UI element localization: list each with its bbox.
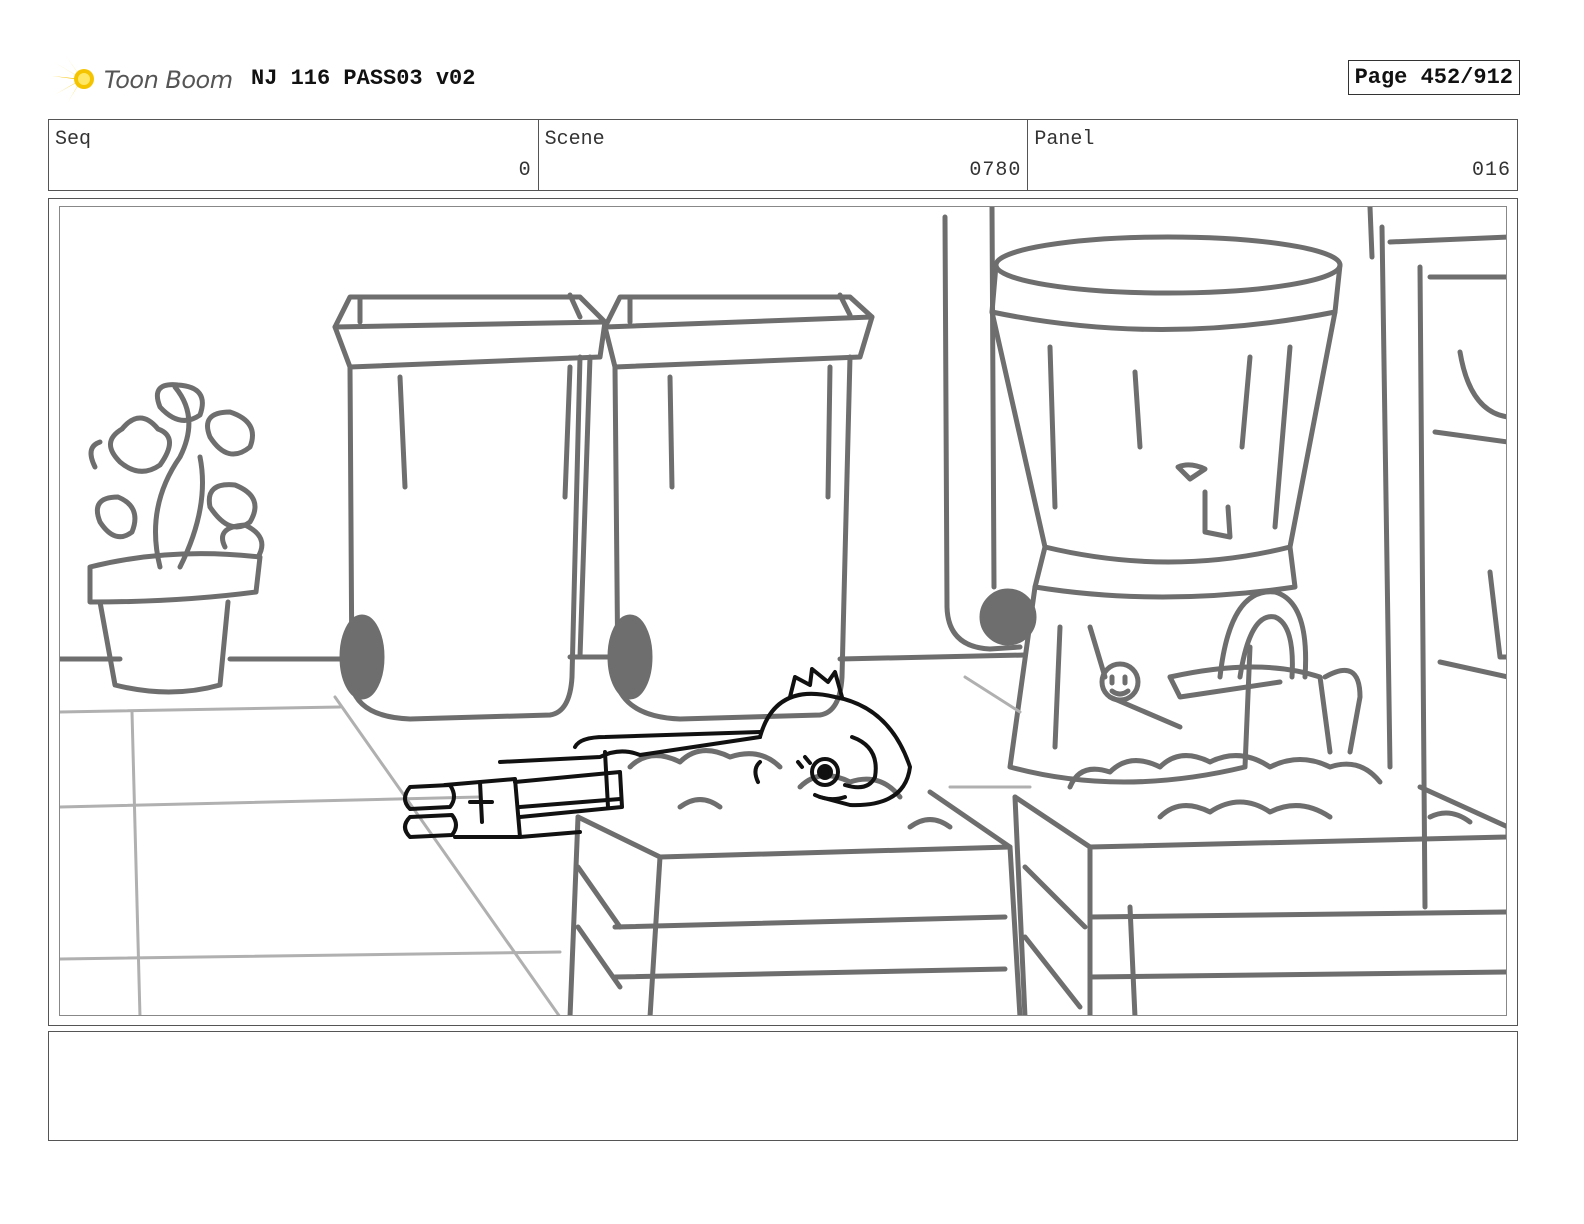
storyboard-panel-frame <box>48 198 1518 1026</box>
panel-cell: Panel 016 <box>1028 120 1517 190</box>
scene-label: Scene <box>544 128 605 151</box>
seq-label: Seq <box>55 128 92 151</box>
panel-value: 016 <box>1472 159 1512 182</box>
toon-boom-logo: Toon Boom <box>52 54 242 104</box>
seq-value: 0 <box>518 159 532 182</box>
scene-cell: Scene 0780 <box>539 120 1029 190</box>
page-counter: Page 452/912 <box>1347 60 1520 95</box>
panel-notes-box <box>48 1031 1518 1141</box>
document-title: NJ 116 PASS03 v02 <box>251 66 476 91</box>
watering-can-icon <box>1107 589 1363 755</box>
water-dispenser-icon <box>989 234 1343 785</box>
wheelie-bin-icon <box>602 292 875 722</box>
produce-crate-icon <box>567 748 1023 1015</box>
storyboard-panel-image <box>59 206 1507 1016</box>
panel-label: Panel <box>1034 128 1095 151</box>
character-lying-down-icon <box>403 667 912 839</box>
sketch-drawing <box>60 207 1506 1015</box>
potted-plant-icon <box>87 382 265 695</box>
seq-cell: Seq 0 <box>49 120 539 190</box>
produce-crate-icon <box>1012 753 1506 1015</box>
starburst-icon <box>52 56 94 102</box>
logo-text: Toon Boom <box>104 66 233 94</box>
scene-value: 0780 <box>969 159 1022 182</box>
storyboard-header: Toon Boom NJ 116 PASS03 v02 Page 452/912 <box>48 52 1520 108</box>
cabinet-icon <box>1367 207 1506 910</box>
panel-info-row: Seq 0 Scene 0780 Panel 016 <box>48 119 1518 191</box>
wheelie-bin-icon <box>332 292 608 722</box>
floor-tiles <box>60 675 1032 1015</box>
